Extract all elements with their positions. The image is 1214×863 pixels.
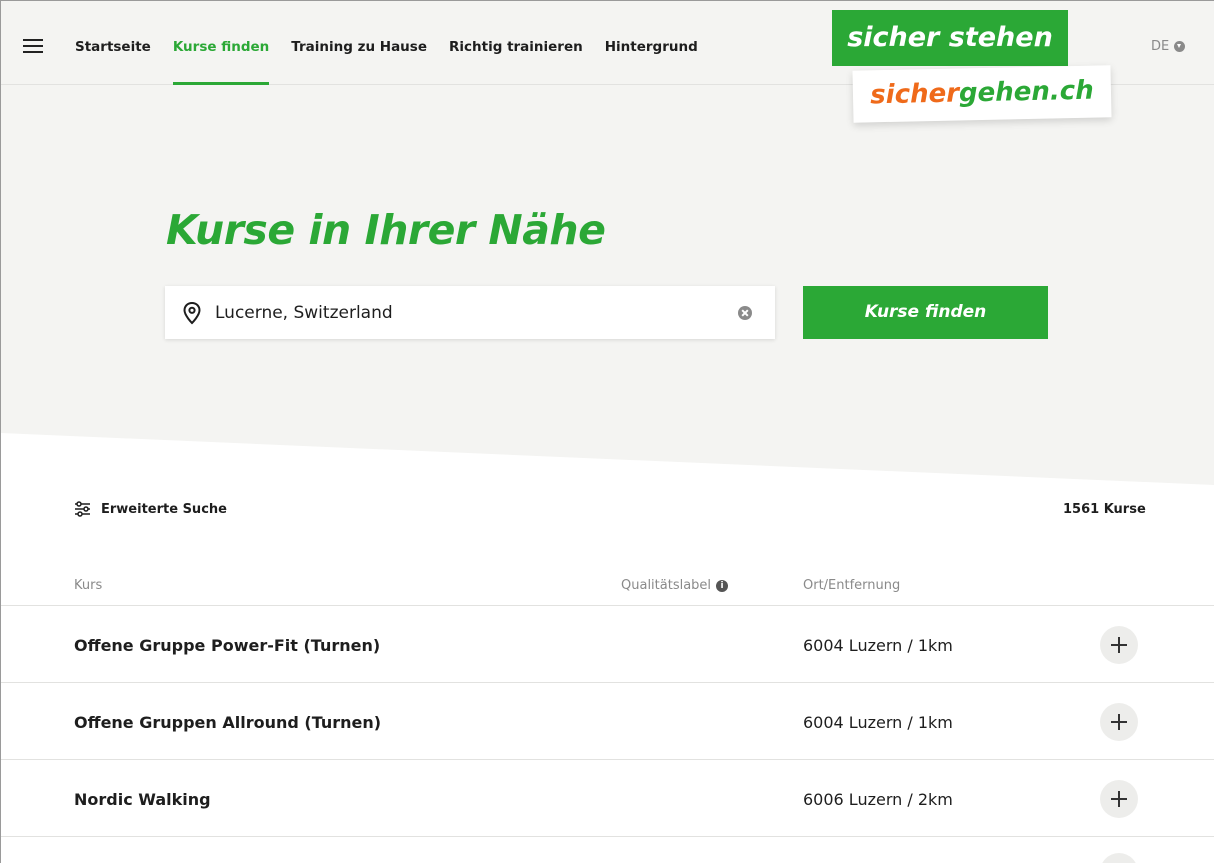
advanced-search-label: Erweiterte Suche	[101, 501, 227, 517]
nav-item-startseite[interactable]: Startseite	[75, 39, 151, 55]
main-nav: Startseite Kurse finden Training zu Haus…	[75, 39, 720, 85]
nav-item-richtig-trainieren[interactable]: Richtig trainieren	[449, 39, 583, 55]
hero-section	[1, 85, 1214, 485]
menu-icon[interactable]	[23, 39, 43, 55]
expand-plus-icon[interactable]	[1100, 703, 1138, 741]
divider	[1, 836, 1214, 837]
course-title: Offene Gruppen Allround (Turnen)	[74, 713, 382, 732]
course-place: 6004 Luzern / 1km	[803, 713, 953, 732]
results-count: 1561 Kurse	[1063, 502, 1146, 517]
logo-sichergehen[interactable]: sichergehen.ch	[852, 65, 1112, 123]
course-title: Nordic Walking	[74, 790, 211, 809]
advanced-search-toggle[interactable]: Erweiterte Suche	[74, 501, 227, 517]
logo-part-gehen: gehen.ch	[958, 75, 1095, 109]
find-courses-button[interactable]: Kurse finden	[803, 286, 1048, 339]
logo-part-sicher: sicher	[869, 78, 960, 111]
location-search-input[interactable]: Lucerne, Switzerland	[165, 286, 775, 339]
info-icon[interactable]: i	[716, 579, 729, 592]
course-title: Offene Gruppe Power-Fit (Turnen)	[74, 636, 381, 655]
column-header-quality-label: Qualitätslabel	[621, 578, 712, 593]
clear-icon[interactable]	[738, 306, 752, 320]
chevron-down-icon	[1174, 41, 1186, 52]
course-row[interactable]: Offene Gruppen Allround (Turnen) 6004 Lu…	[1, 683, 1214, 759]
nav-item-kurse-finden[interactable]: Kurse finden	[172, 39, 270, 85]
expand-plus-icon[interactable]	[1100, 626, 1138, 664]
course-place: 6004 Luzern / 1km	[803, 636, 953, 655]
course-place: 6006 Luzern / 2km	[803, 790, 953, 809]
logo-sicher-stehen[interactable]: sicher stehen	[832, 10, 1068, 66]
nav-item-training-zu-hause[interactable]: Training zu Hause	[291, 39, 427, 55]
page: Startseite Kurse finden Training zu Haus…	[0, 0, 1214, 863]
course-row[interactable]: Offene Gruppe Power-Fit (Turnen) 6004 Lu…	[1, 606, 1214, 682]
column-header-course: Kurs	[74, 578, 103, 593]
column-header-place: Ort/Entfernung	[803, 578, 901, 593]
nav-item-hintergrund[interactable]: Hintergrund	[605, 39, 698, 55]
expand-plus-icon[interactable]	[1100, 853, 1138, 863]
expand-plus-icon[interactable]	[1100, 780, 1138, 818]
course-row[interactable]: Nordic Walking 6006 Luzern / 2km	[1, 760, 1214, 836]
sliders-icon	[75, 501, 90, 517]
location-pin-icon	[183, 301, 201, 325]
search-value: Lucerne, Switzerland	[215, 303, 393, 323]
page-title: Kurse in Ihrer Nähe	[166, 206, 606, 254]
column-header-quality: Qualitätslabel i	[621, 578, 729, 593]
language-selector[interactable]: DE	[1151, 39, 1186, 54]
language-label: DE	[1151, 39, 1170, 54]
